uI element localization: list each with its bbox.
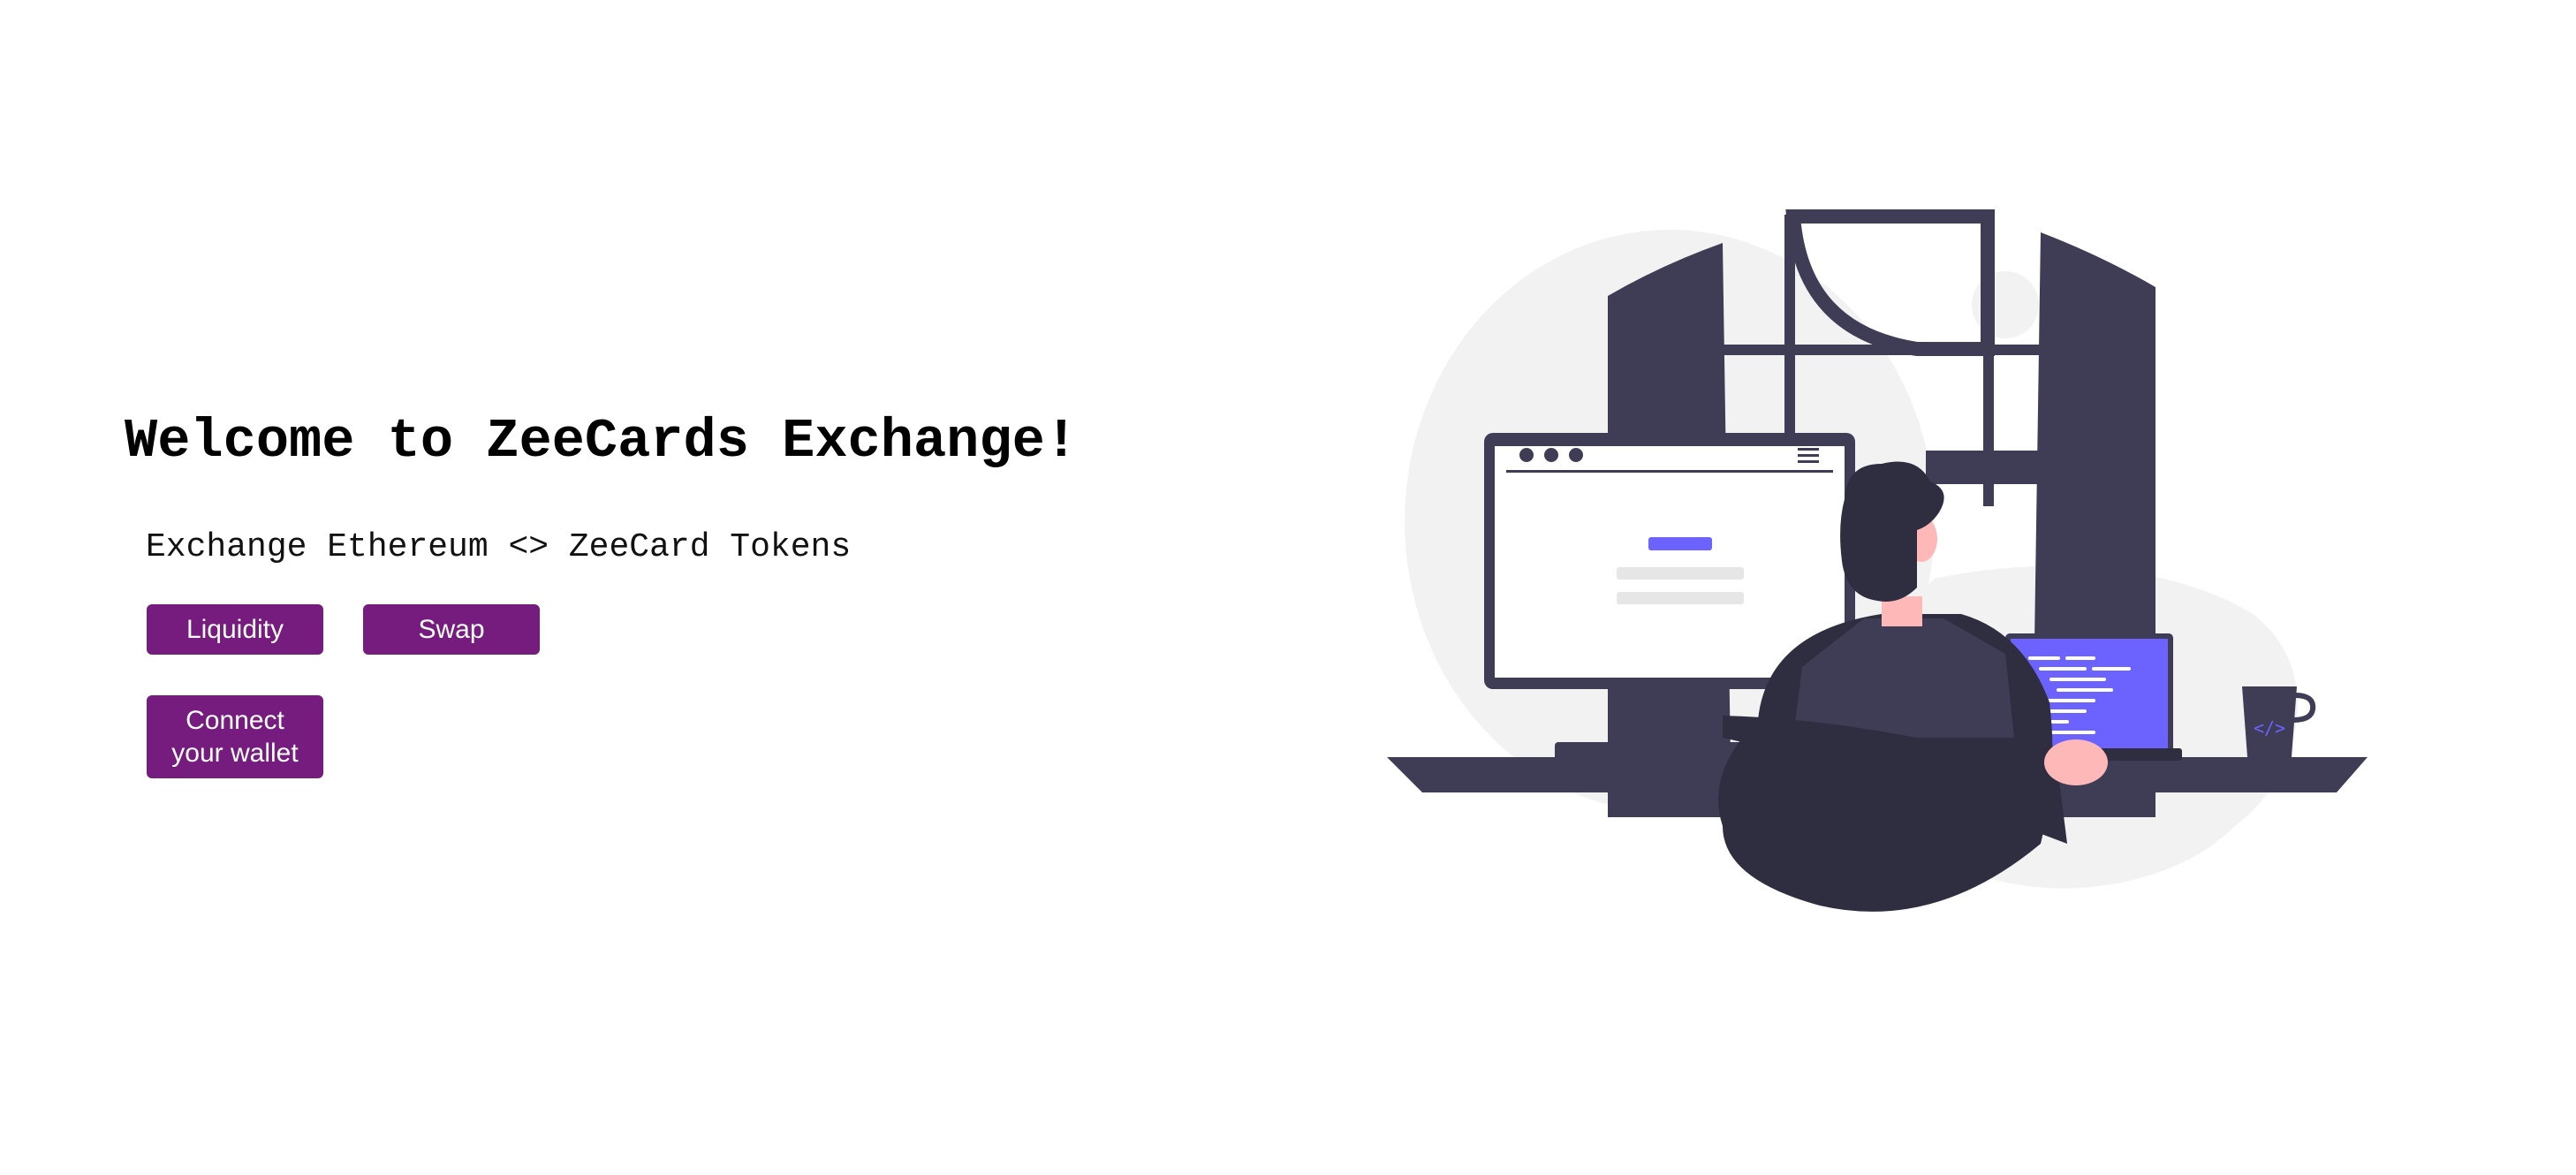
landing-page: Welcome to ZeeCards Exchange! Exchange E…: [0, 0, 2576, 1175]
window-bar: [1661, 345, 2102, 355]
monitor-stand: [1625, 689, 1714, 751]
window-dot-icon: [1544, 448, 1558, 462]
page-title: Welcome to ZeeCards Exchange!: [125, 410, 1078, 473]
screen-divider: [1506, 470, 1833, 473]
developer-at-desk-illustration: </>: [1387, 209, 2368, 912]
screen-placeholder-line: [1617, 592, 1744, 604]
code-brackets-icon: </>: [2254, 717, 2285, 739]
hero-section: Welcome to ZeeCards Exchange! Exchange E…: [125, 398, 1185, 778]
page-subtitle: Exchange Ethereum <> ZeeCard Tokens: [146, 528, 852, 566]
screen-placeholder-line: [1617, 567, 1744, 580]
connect-wallet-button[interactable]: Connect your wallet: [147, 695, 323, 778]
menu-icon: [1798, 448, 1819, 463]
window-dot-icon: [1569, 448, 1583, 462]
swap-button[interactable]: Swap: [363, 604, 540, 655]
screen-accent-bar: [1648, 537, 1712, 550]
monitor-screen: [1495, 446, 1845, 678]
person-hand: [2044, 739, 2108, 785]
window-dot-icon: [1519, 448, 1534, 462]
window-bar: [1926, 451, 2102, 484]
liquidity-button[interactable]: Liquidity: [147, 604, 323, 655]
